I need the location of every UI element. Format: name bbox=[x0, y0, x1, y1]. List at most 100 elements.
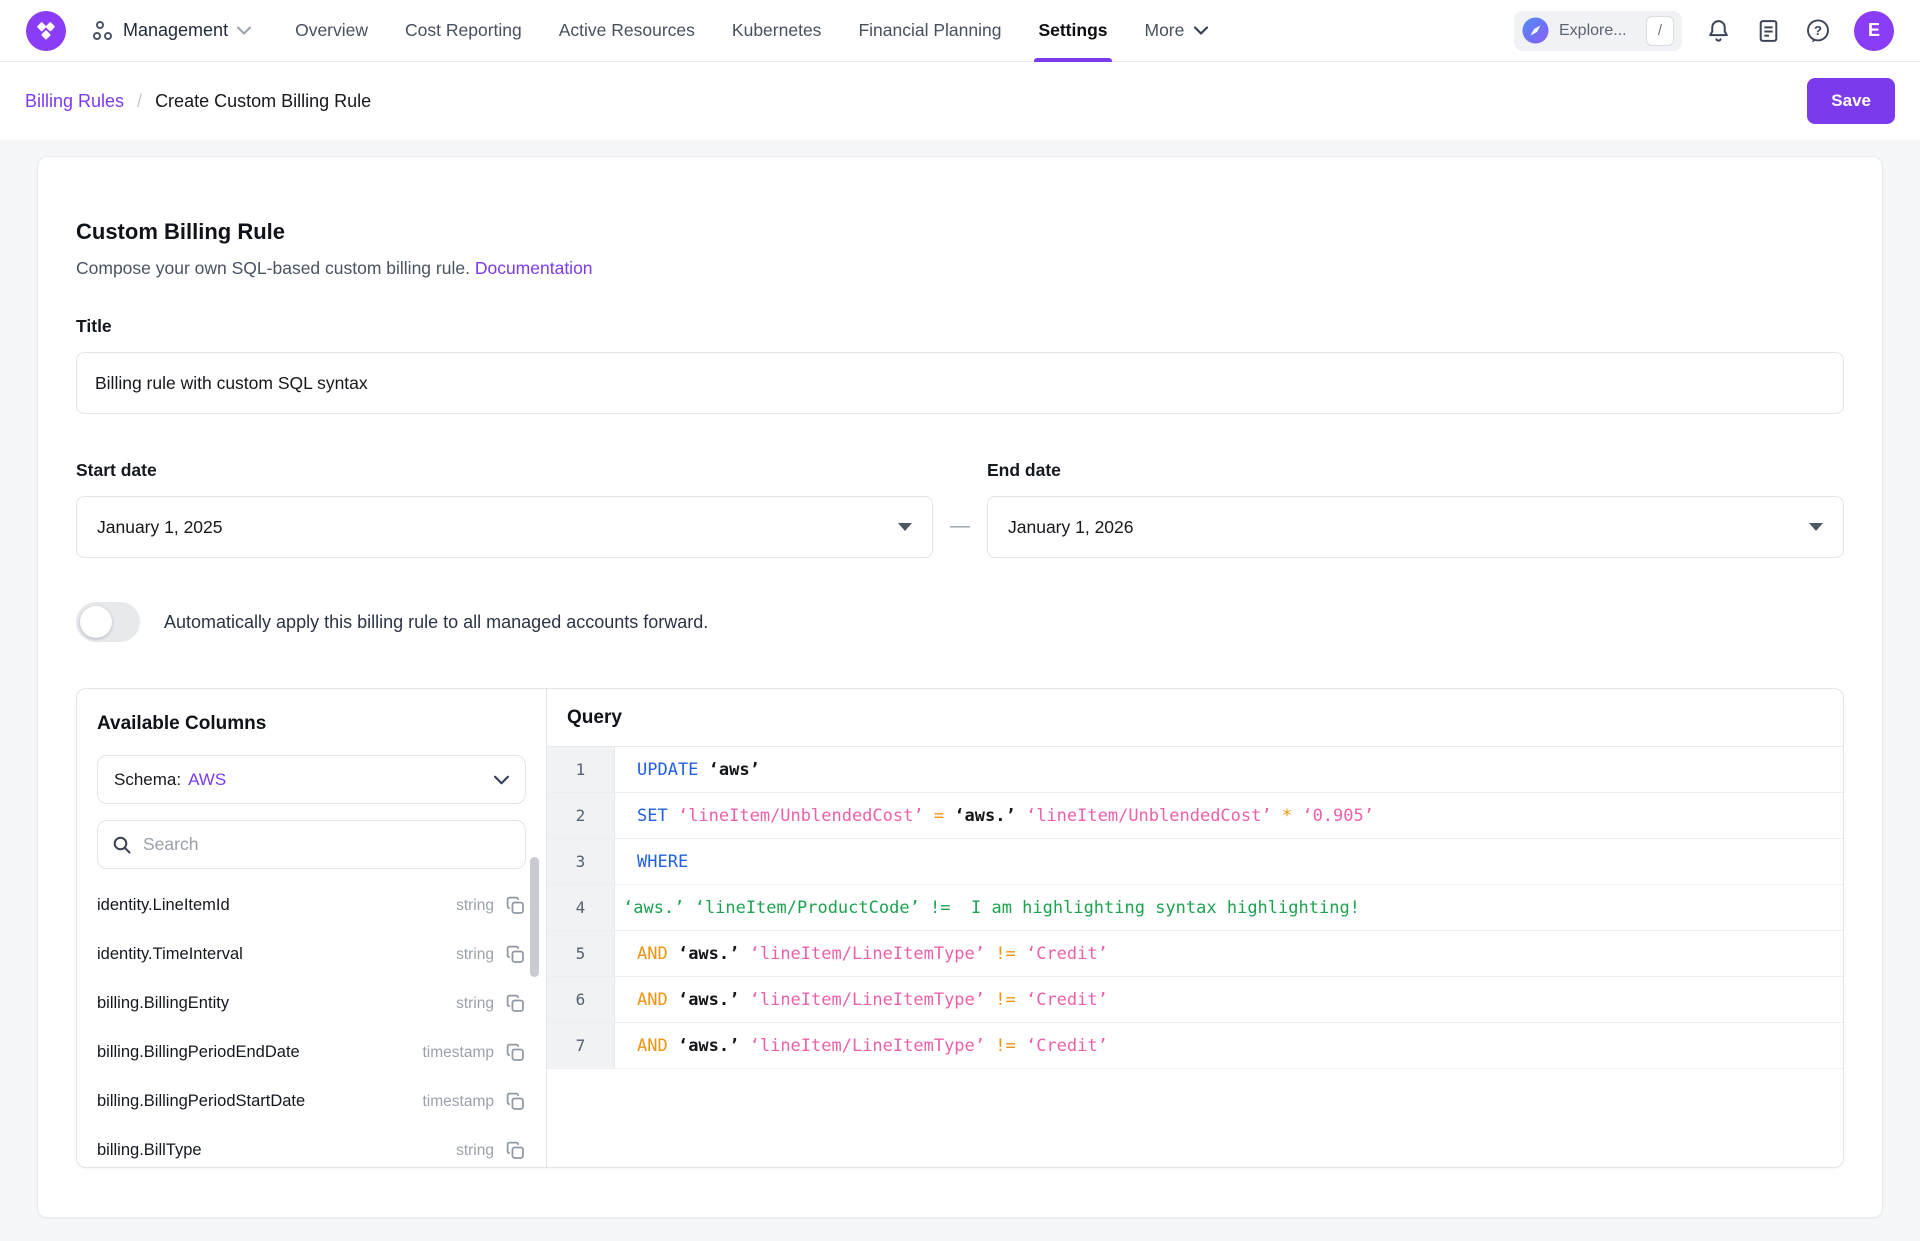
line-number: 2 bbox=[547, 793, 615, 838]
copy-column-button[interactable] bbox=[505, 1140, 526, 1161]
docs-button[interactable] bbox=[1754, 17, 1782, 45]
column-name: billing.BillingEntity bbox=[97, 994, 456, 1013]
save-button[interactable]: Save bbox=[1807, 78, 1895, 124]
explore-compass-icon bbox=[1522, 17, 1549, 44]
column-type: timestamp bbox=[423, 1044, 495, 1062]
column-list-item[interactable]: identity.LineItemIdstring bbox=[97, 881, 526, 930]
column-type: string bbox=[456, 946, 494, 964]
column-type: string bbox=[456, 1142, 494, 1160]
code-token-op: = bbox=[924, 806, 944, 826]
column-name: identity.TimeInterval bbox=[97, 945, 456, 964]
code-content: AND ‘aws.’ ‘lineItem/LineItemType’ != ‘C… bbox=[615, 977, 1843, 1022]
code-token-str: ‘Credit’ bbox=[1016, 1036, 1108, 1056]
column-list-item[interactable]: identity.TimeIntervalstring bbox=[97, 930, 526, 979]
copy-column-button[interactable] bbox=[505, 993, 526, 1014]
column-name: identity.LineItemId bbox=[97, 896, 456, 915]
copy-icon bbox=[505, 993, 526, 1014]
code-token-op: AND bbox=[637, 990, 668, 1010]
breadcrumb-parent-link[interactable]: Billing Rules bbox=[25, 91, 124, 112]
help-button[interactable]: ? bbox=[1804, 17, 1832, 45]
custom-billing-rule-card: Custom Billing Rule Compose your own SQL… bbox=[37, 156, 1883, 1218]
notifications-button[interactable] bbox=[1704, 17, 1732, 45]
line-number: 6 bbox=[547, 977, 615, 1022]
columns-search-input[interactable] bbox=[143, 834, 511, 855]
column-name: billing.BillingPeriodEndDate bbox=[97, 1043, 423, 1062]
column-type: string bbox=[456, 897, 494, 915]
code-token-op: != bbox=[985, 990, 1016, 1010]
code-token-str: ‘lineItem/UnblendedCost’ bbox=[1016, 806, 1272, 826]
nav-links: Overview Cost Reporting Active Resources Ku… bbox=[295, 0, 1144, 62]
code-line[interactable]: 3 WHERE bbox=[547, 839, 1843, 885]
copy-column-button[interactable] bbox=[505, 944, 526, 965]
toggle-knob bbox=[80, 606, 112, 638]
nav-item-settings[interactable]: Settings bbox=[1038, 0, 1107, 62]
nav-item-cost-reporting[interactable]: Cost Reporting bbox=[405, 0, 522, 62]
code-line[interactable]: 1UPDATE ‘aws’ bbox=[547, 747, 1843, 793]
card-description-text: Compose your own SQL-based custom billin… bbox=[76, 258, 470, 278]
code-token-kw: WHERE bbox=[637, 852, 688, 872]
chevron-down-icon bbox=[237, 26, 251, 35]
column-list-item[interactable]: billing.BillingEntitystring bbox=[97, 979, 526, 1028]
available-columns-panel: Available Columns Schema:AWS bbox=[77, 689, 547, 1167]
line-number: 5 bbox=[547, 931, 615, 976]
documentation-link[interactable]: Documentation bbox=[475, 258, 593, 278]
copy-column-button[interactable] bbox=[505, 1091, 526, 1112]
column-list-item[interactable]: billing.BillTypestring bbox=[97, 1126, 526, 1168]
code-line[interactable]: 4‘aws.’ ‘lineItem/ProductCode’ != I am h… bbox=[547, 885, 1843, 931]
end-date-value: January 1, 2026 bbox=[1008, 517, 1134, 538]
start-date-field: Start date January 1, 2025 bbox=[76, 460, 933, 558]
nav-item-financial-planning[interactable]: Financial Planning bbox=[858, 0, 1001, 62]
code-token-op: AND bbox=[637, 1036, 668, 1056]
column-type: string bbox=[456, 995, 494, 1013]
copy-icon bbox=[505, 944, 526, 965]
vantage-logo-glyph bbox=[35, 20, 57, 42]
code-line[interactable]: 5AND ‘aws.’ ‘lineItem/LineItemType’ != ‘… bbox=[547, 931, 1843, 977]
start-date-value: January 1, 2025 bbox=[97, 517, 223, 538]
code-token-id: ‘aws.’ bbox=[668, 944, 740, 964]
end-date-field: End date January 1, 2026 bbox=[987, 460, 1844, 558]
code-content: UPDATE ‘aws’ bbox=[615, 747, 1843, 792]
code-token-id: ‘aws’ bbox=[698, 760, 759, 780]
column-list-item[interactable]: billing.BillingPeriodEndDatetimestamp bbox=[97, 1028, 526, 1077]
end-date-select[interactable]: January 1, 2026 bbox=[987, 496, 1844, 558]
nav-item-active-resources[interactable]: Active Resources bbox=[559, 0, 695, 62]
query-header: Query bbox=[547, 689, 1843, 747]
end-date-label: End date bbox=[987, 460, 1061, 480]
column-list-item[interactable]: billing.BillingPeriodStartDatetimestamp bbox=[97, 1077, 526, 1126]
select-caret-icon bbox=[1809, 523, 1823, 531]
search-icon bbox=[112, 835, 132, 855]
help-icon: ? bbox=[1805, 18, 1831, 44]
workspace-switcher[interactable]: Management bbox=[92, 20, 251, 42]
query-editor[interactable]: 1UPDATE ‘aws’2SET ‘lineItem/UnblendedCos… bbox=[547, 747, 1843, 1069]
available-columns-heading: Available Columns bbox=[97, 713, 526, 735]
explore-search[interactable]: Explore... / bbox=[1514, 11, 1682, 51]
line-number: 1 bbox=[547, 747, 615, 792]
columns-list: identity.LineItemIdstringidentity.TimeIn… bbox=[97, 881, 526, 1168]
title-input[interactable] bbox=[76, 352, 1844, 414]
code-line[interactable]: 7AND ‘aws.’ ‘lineItem/LineItemType’ != ‘… bbox=[547, 1023, 1843, 1069]
start-date-select[interactable]: January 1, 2025 bbox=[76, 496, 933, 558]
nav-item-overview[interactable]: Overview bbox=[295, 0, 368, 62]
code-token-id: ‘aws.’ bbox=[668, 990, 740, 1010]
code-token-str: ‘lineItem/LineItemType’ bbox=[739, 990, 985, 1010]
user-avatar[interactable]: E bbox=[1854, 11, 1894, 51]
code-token-str: ‘lineItem/UnblendedCost’ bbox=[668, 806, 924, 826]
line-number: 3 bbox=[547, 839, 615, 884]
copy-column-button[interactable] bbox=[505, 1042, 526, 1063]
query-editor-empty-area[interactable] bbox=[547, 1069, 1843, 1167]
copy-column-button[interactable] bbox=[505, 895, 526, 916]
query-panel: Query 1UPDATE ‘aws’2SET ‘lineItem/Unblen… bbox=[547, 689, 1843, 1167]
code-line[interactable]: 2SET ‘lineItem/UnblendedCost’ = ‘aws.’ ‘… bbox=[547, 793, 1843, 839]
columns-scrollbar[interactable] bbox=[530, 857, 539, 977]
code-token-str: ‘lineItem/LineItemType’ bbox=[739, 944, 985, 964]
auto-apply-toggle[interactable] bbox=[76, 602, 140, 642]
column-name: billing.BillType bbox=[97, 1141, 456, 1160]
explore-label: Explore... bbox=[1559, 22, 1636, 40]
nav-more-menu[interactable]: More bbox=[1145, 20, 1209, 41]
code-line[interactable]: 6AND ‘aws.’ ‘lineItem/LineItemType’ != ‘… bbox=[547, 977, 1843, 1023]
vantage-logo[interactable] bbox=[26, 11, 66, 51]
columns-search bbox=[97, 820, 526, 869]
schema-select[interactable]: Schema:AWS bbox=[97, 755, 526, 804]
nav-item-kubernetes[interactable]: Kubernetes bbox=[732, 0, 822, 62]
column-name: billing.BillingPeriodStartDate bbox=[97, 1092, 423, 1111]
